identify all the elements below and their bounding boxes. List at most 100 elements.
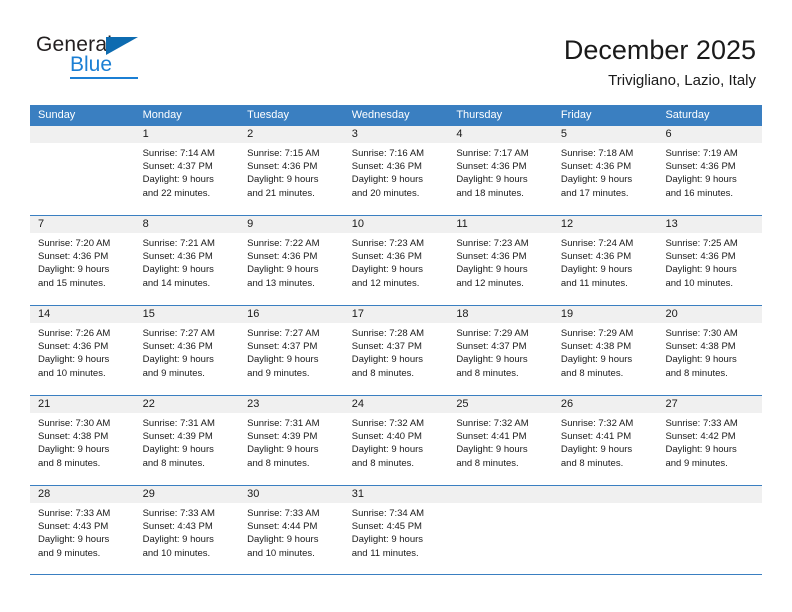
- day-details: Sunrise: 7:33 AM Sunset: 4:43 PM Dayligh…: [30, 503, 135, 560]
- day-cell[interactable]: 21 Sunrise: 7:30 AM Sunset: 4:38 PM Dayl…: [30, 396, 135, 485]
- day-cell[interactable]: 18 Sunrise: 7:29 AM Sunset: 4:37 PM Dayl…: [448, 306, 553, 395]
- day-cell[interactable]: 3 Sunrise: 7:16 AM Sunset: 4:36 PM Dayli…: [343, 126, 449, 215]
- day-number: 31: [343, 486, 449, 503]
- day-cell[interactable]: 14 Sunrise: 7:26 AM Sunset: 4:36 PM Dayl…: [30, 306, 135, 395]
- daylight-text-line1: Daylight: 9 hours: [351, 354, 424, 366]
- day-cell[interactable]: 28 Sunrise: 7:33 AM Sunset: 4:43 PM Dayl…: [30, 486, 135, 574]
- day-details: Sunrise: 7:21 AM Sunset: 4:36 PM Dayligh…: [135, 233, 240, 290]
- day-cell[interactable]: 29 Sunrise: 7:33 AM Sunset: 4:43 PM Dayl…: [134, 486, 240, 574]
- sunrise-text: Sunrise: 7:31 AM: [142, 418, 215, 429]
- day-cell[interactable]: 6 Sunrise: 7:19 AM Sunset: 4:36 PM Dayli…: [657, 126, 763, 215]
- sunset-text: Sunset: 4:36 PM: [560, 161, 632, 173]
- sunset-text: Sunset: 4:37 PM: [456, 341, 527, 353]
- day-details: [30, 143, 135, 147]
- sunset-text: Sunset: 4:43 PM: [142, 521, 213, 533]
- daylight-text-line1: Daylight: 9 hours: [247, 444, 319, 456]
- day-cell[interactable]: 23 Sunrise: 7:31 AM Sunset: 4:39 PM Dayl…: [239, 396, 344, 485]
- day-cell[interactable]: 27 Sunrise: 7:33 AM Sunset: 4:42 PM Dayl…: [657, 396, 763, 485]
- day-number: 2: [239, 126, 344, 143]
- day-cell[interactable]: 24 Sunrise: 7:32 AM Sunset: 4:40 PM Dayl…: [343, 396, 449, 485]
- day-cell[interactable]: 2 Sunrise: 7:15 AM Sunset: 4:36 PM Dayli…: [239, 126, 344, 215]
- day-number: [657, 486, 763, 503]
- day-number: [30, 126, 135, 143]
- day-cell[interactable]: 19 Sunrise: 7:29 AM Sunset: 4:38 PM Dayl…: [552, 306, 658, 395]
- day-cell[interactable]: 11 Sunrise: 7:23 AM Sunset: 4:36 PM Dayl…: [448, 216, 553, 305]
- day-details: Sunrise: 7:29 AM Sunset: 4:37 PM Dayligh…: [448, 323, 553, 380]
- day-cell[interactable]: 5 Sunrise: 7:18 AM Sunset: 4:36 PM Dayli…: [552, 126, 658, 215]
- sunset-text: Sunset: 4:42 PM: [665, 431, 736, 443]
- daylight-text-line1: Daylight: 9 hours: [665, 264, 737, 276]
- day-cell[interactable]: 10 Sunrise: 7:23 AM Sunset: 4:36 PM Dayl…: [343, 216, 449, 305]
- day-number: 23: [239, 396, 344, 413]
- sunrise-text: Sunrise: 7:19 AM: [665, 148, 738, 159]
- day-details: Sunrise: 7:26 AM Sunset: 4:36 PM Dayligh…: [30, 323, 135, 380]
- daylight-text-line2: and 10 minutes.: [247, 547, 315, 559]
- day-cell[interactable]: [657, 486, 763, 574]
- daylight-text-line1: Daylight: 9 hours: [456, 174, 528, 186]
- day-cell[interactable]: 15 Sunrise: 7:27 AM Sunset: 4:36 PM Dayl…: [134, 306, 240, 395]
- day-cell[interactable]: 12 Sunrise: 7:24 AM Sunset: 4:36 PM Dayl…: [552, 216, 658, 305]
- day-cell[interactable]: [30, 126, 135, 215]
- day-cell[interactable]: 13 Sunrise: 7:25 AM Sunset: 4:36 PM Dayl…: [657, 216, 763, 305]
- day-number: 3: [343, 126, 449, 143]
- daylight-text-line1: Daylight: 9 hours: [665, 444, 737, 456]
- sunrise-text: Sunrise: 7:29 AM: [456, 328, 529, 339]
- daylight-text-line1: Daylight: 9 hours: [142, 174, 214, 186]
- sunrise-text: Sunrise: 7:23 AM: [351, 238, 425, 249]
- day-details: Sunrise: 7:29 AM Sunset: 4:38 PM Dayligh…: [553, 323, 658, 380]
- daylight-text-line1: Daylight: 9 hours: [142, 534, 214, 546]
- sunrise-text: Sunrise: 7:21 AM: [142, 238, 215, 249]
- sunset-text: Sunset: 4:36 PM: [456, 251, 527, 263]
- day-cell[interactable]: 9 Sunrise: 7:22 AM Sunset: 4:36 PM Dayli…: [239, 216, 344, 305]
- daylight-text-line2: and 8 minutes.: [247, 457, 310, 469]
- day-number: 24: [343, 396, 449, 413]
- day-cell[interactable]: 16 Sunrise: 7:27 AM Sunset: 4:37 PM Dayl…: [239, 306, 344, 395]
- day-cell[interactable]: 25 Sunrise: 7:32 AM Sunset: 4:41 PM Dayl…: [448, 396, 553, 485]
- day-cell[interactable]: 22 Sunrise: 7:31 AM Sunset: 4:39 PM Dayl…: [134, 396, 240, 485]
- weekday-monday: Monday: [142, 109, 182, 121]
- day-cell[interactable]: 1 Sunrise: 7:14 AM Sunset: 4:37 PM Dayli…: [134, 126, 240, 215]
- sunrise-text: Sunrise: 7:26 AM: [38, 328, 111, 339]
- day-details: Sunrise: 7:19 AM Sunset: 4:36 PM Dayligh…: [657, 143, 762, 200]
- day-cell[interactable]: 20 Sunrise: 7:30 AM Sunset: 4:38 PM Dayl…: [657, 306, 763, 395]
- daylight-text-line2: and 11 minutes.: [351, 547, 419, 559]
- daylight-text-line2: and 8 minutes.: [351, 367, 415, 379]
- day-details: Sunrise: 7:17 AM Sunset: 4:36 PM Dayligh…: [448, 143, 553, 200]
- day-cell[interactable]: [448, 486, 553, 574]
- general-blue-logo[interactable]: General Blue: [36, 33, 216, 85]
- page-subtitle: Trivigliano, Lazio, Italy: [608, 72, 756, 89]
- weekday-header-row: Sunday Monday Tuesday Wednesday Thursday…: [30, 105, 762, 125]
- daylight-text-line1: Daylight: 9 hours: [142, 354, 214, 366]
- day-cell[interactable]: 17 Sunrise: 7:28 AM Sunset: 4:37 PM Dayl…: [343, 306, 449, 395]
- daylight-text-line2: and 8 minutes.: [560, 367, 624, 379]
- sunrise-text: Sunrise: 7:33 AM: [665, 418, 738, 429]
- sunset-text: Sunset: 4:38 PM: [560, 341, 632, 353]
- day-details: Sunrise: 7:27 AM Sunset: 4:37 PM Dayligh…: [239, 323, 344, 380]
- sunset-text: Sunset: 4:39 PM: [247, 431, 318, 443]
- daylight-text-line1: Daylight: 9 hours: [351, 534, 424, 546]
- daylight-text-line1: Daylight: 9 hours: [247, 174, 319, 186]
- daylight-text-line1: Daylight: 9 hours: [38, 534, 110, 546]
- sunrise-text: Sunrise: 7:29 AM: [560, 328, 634, 339]
- daylight-text-line2: and 8 minutes.: [665, 367, 728, 379]
- day-cell[interactable]: 8 Sunrise: 7:21 AM Sunset: 4:36 PM Dayli…: [134, 216, 240, 305]
- daylight-text-line2: and 12 minutes.: [456, 277, 524, 289]
- day-cell[interactable]: 26 Sunrise: 7:32 AM Sunset: 4:41 PM Dayl…: [552, 396, 658, 485]
- day-cell[interactable]: 31 Sunrise: 7:34 AM Sunset: 4:45 PM Dayl…: [343, 486, 449, 574]
- sunrise-text: Sunrise: 7:20 AM: [38, 238, 111, 249]
- sunset-text: Sunset: 4:38 PM: [665, 341, 736, 353]
- daylight-text-line2: and 9 minutes.: [38, 547, 101, 559]
- day-number: 10: [343, 216, 449, 233]
- sunrise-text: Sunrise: 7:18 AM: [560, 148, 634, 159]
- day-cell[interactable]: [552, 486, 658, 574]
- day-details: [448, 503, 553, 507]
- daylight-text-line1: Daylight: 9 hours: [247, 354, 319, 366]
- week-row: 28 Sunrise: 7:33 AM Sunset: 4:43 PM Dayl…: [30, 485, 763, 575]
- daylight-text-line1: Daylight: 9 hours: [351, 444, 424, 456]
- day-cell[interactable]: 4 Sunrise: 7:17 AM Sunset: 4:36 PM Dayli…: [448, 126, 553, 215]
- day-cell[interactable]: 7 Sunrise: 7:20 AM Sunset: 4:36 PM Dayli…: [30, 216, 135, 305]
- sunset-text: Sunset: 4:36 PM: [665, 251, 736, 263]
- day-cell[interactable]: 30 Sunrise: 7:33 AM Sunset: 4:44 PM Dayl…: [239, 486, 344, 574]
- sunrise-text: Sunrise: 7:27 AM: [247, 328, 320, 339]
- page-title: December 2025: [563, 35, 756, 65]
